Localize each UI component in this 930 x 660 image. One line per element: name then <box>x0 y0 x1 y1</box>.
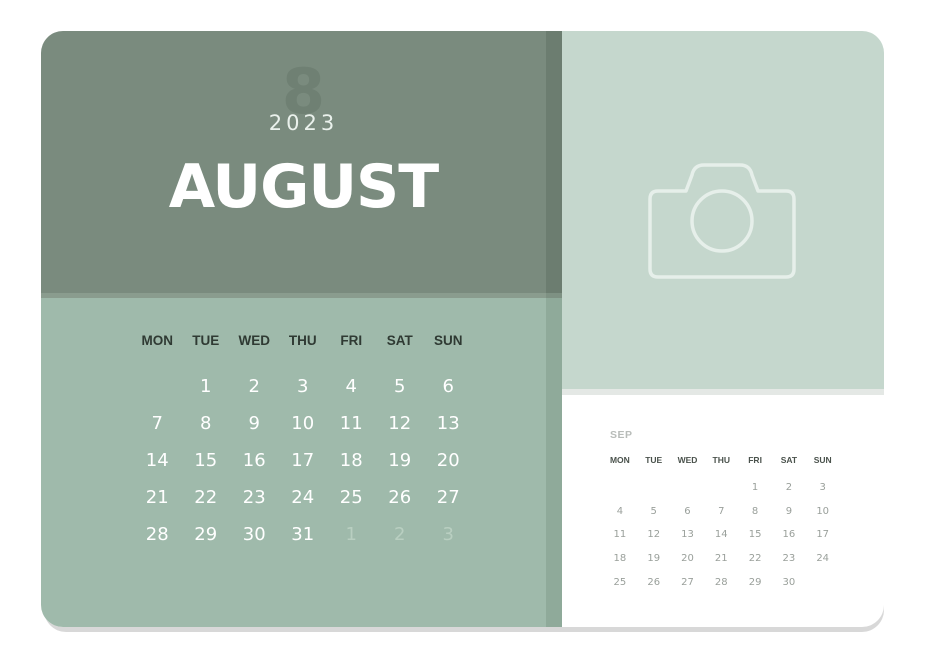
sep-day-cell <box>637 476 671 500</box>
sep-weekday-header: THU <box>712 455 731 465</box>
sep-day-cell[interactable]: 10 <box>806 500 840 524</box>
year-label: 2023 <box>268 111 339 135</box>
sep-weekday-header: WED <box>677 455 698 465</box>
sep-day-cell[interactable]: 4 <box>603 500 637 524</box>
sep-day-cell[interactable]: 6 <box>671 500 705 524</box>
sep-day-cell[interactable]: 29 <box>738 571 772 595</box>
aug-day-cell[interactable]: 5 <box>376 368 425 405</box>
aug-day-cell[interactable]: 26 <box>376 479 425 516</box>
sep-day-cell[interactable]: 11 <box>603 523 637 547</box>
sep-day-cell[interactable]: 28 <box>704 571 738 595</box>
sep-day-cell[interactable]: 9 <box>772 500 806 524</box>
sep-day-cell[interactable]: 12 <box>637 523 671 547</box>
sep-day-cell[interactable]: 15 <box>738 523 772 547</box>
sep-day-cell[interactable]: 16 <box>772 523 806 547</box>
aug-day-cell[interactable]: 3 <box>424 516 473 553</box>
sep-day-cell[interactable]: 17 <box>806 523 840 547</box>
aug-day-cell[interactable]: 18 <box>327 442 376 479</box>
sep-day-cell[interactable]: 3 <box>806 476 840 500</box>
aug-weekday-header: WED <box>238 333 271 348</box>
aug-day-cell <box>133 368 182 405</box>
sep-weekday-header: MON <box>609 455 630 465</box>
aug-day-cell[interactable]: 28 <box>133 516 182 553</box>
sep-day-cell[interactable]: 24 <box>806 547 840 571</box>
sep-weekday-header: FRI <box>748 455 762 465</box>
aug-day-cell[interactable]: 4 <box>327 368 376 405</box>
sep-day-cell <box>704 476 738 500</box>
spine-bottom <box>546 298 562 627</box>
aug-day-cell[interactable]: 13 <box>424 405 473 442</box>
sep-day-cell[interactable]: 8 <box>738 500 772 524</box>
aug-day-cell[interactable]: 8 <box>182 405 231 442</box>
month-title: AUGUST <box>168 152 439 222</box>
aug-day-cell[interactable]: 23 <box>230 479 279 516</box>
aug-day-cell[interactable]: 27 <box>424 479 473 516</box>
aug-day-cell[interactable]: 17 <box>279 442 328 479</box>
next-month-title: SEP <box>610 429 633 441</box>
sep-weekday-header: TUE <box>645 455 663 465</box>
aug-day-cell[interactable]: 3 <box>279 368 328 405</box>
sep-day-cell[interactable]: 30 <box>772 571 806 595</box>
aug-day-cell[interactable]: 6 <box>424 368 473 405</box>
sep-day-cell[interactable]: 18 <box>603 547 637 571</box>
august-calendar-grid: MON TUE WED THU FRI SAT SUN 1 2 3 4 5 6 7 8 9 10 11 12 13 14… <box>133 329 473 553</box>
aug-day-cell[interactable]: 24 <box>279 479 328 516</box>
aug-weekday-header: FRI <box>340 333 363 348</box>
sep-day-cell <box>671 476 705 500</box>
aug-weekday-header: TUE <box>192 333 220 348</box>
aug-day-cell[interactable]: 20 <box>424 442 473 479</box>
aug-day-cell[interactable]: 2 <box>230 368 279 405</box>
sep-day-cell <box>806 571 840 595</box>
sep-day-cell[interactable]: 14 <box>704 523 738 547</box>
aug-day-cell[interactable]: 22 <box>182 479 231 516</box>
aug-day-cell[interactable]: 30 <box>230 516 279 553</box>
camera-icon <box>648 163 796 279</box>
sep-day-cell <box>603 476 637 500</box>
sep-day-cell[interactable]: 1 <box>738 476 772 500</box>
sep-day-cell[interactable]: 23 <box>772 547 806 571</box>
aug-weekday-header: SAT <box>386 333 413 348</box>
aug-day-cell[interactable]: 14 <box>133 442 182 479</box>
sep-day-cell[interactable]: 22 <box>738 547 772 571</box>
calendar-card: 8 2023 AUGUST MON TUE WED THU FRI SAT SUN 1 2 3 4 5… <box>41 31 884 627</box>
aug-day-cell[interactable]: 12 <box>376 405 425 442</box>
sep-day-cell[interactable]: 26 <box>637 571 671 595</box>
aug-weekday-header: SUN <box>433 333 463 348</box>
september-calendar-grid: MON TUE WED THU FRI SAT SUN 1 2 3 4 5 6 7 8 9 10 11 12 13 14… <box>603 452 843 594</box>
aug-weekday-header: THU <box>288 333 317 348</box>
aug-day-cell[interactable]: 9 <box>230 405 279 442</box>
sep-day-cell[interactable]: 19 <box>637 547 671 571</box>
sep-day-cell[interactable]: 2 <box>772 476 806 500</box>
aug-weekday-header: MON <box>141 333 174 348</box>
sep-day-cell[interactable]: 21 <box>704 547 738 571</box>
aug-day-cell[interactable]: 25 <box>327 479 376 516</box>
aug-day-cell[interactable]: 31 <box>279 516 328 553</box>
photo-divider <box>562 389 884 395</box>
sep-day-cell[interactable]: 20 <box>671 547 705 571</box>
aug-day-cell[interactable]: 16 <box>230 442 279 479</box>
sep-day-cell[interactable]: 7 <box>704 500 738 524</box>
sep-day-cell[interactable]: 25 <box>603 571 637 595</box>
aug-day-cell[interactable]: 10 <box>279 405 328 442</box>
aug-day-cell[interactable]: 7 <box>133 405 182 442</box>
sep-weekday-header: SUN <box>813 455 832 465</box>
sep-weekday-header: SAT <box>780 455 798 465</box>
aug-day-cell[interactable]: 29 <box>182 516 231 553</box>
sep-day-cell[interactable]: 27 <box>671 571 705 595</box>
aug-day-cell[interactable]: 15 <box>182 442 231 479</box>
aug-day-cell[interactable]: 19 <box>376 442 425 479</box>
sep-day-cell[interactable]: 13 <box>671 523 705 547</box>
aug-day-cell[interactable]: 1 <box>182 368 231 405</box>
aug-day-cell[interactable]: 21 <box>133 479 182 516</box>
sep-day-cell[interactable]: 5 <box>637 500 671 524</box>
aug-day-cell[interactable]: 11 <box>327 405 376 442</box>
aug-day-cell[interactable]: 1 <box>327 516 376 553</box>
aug-day-cell[interactable]: 2 <box>376 516 425 553</box>
